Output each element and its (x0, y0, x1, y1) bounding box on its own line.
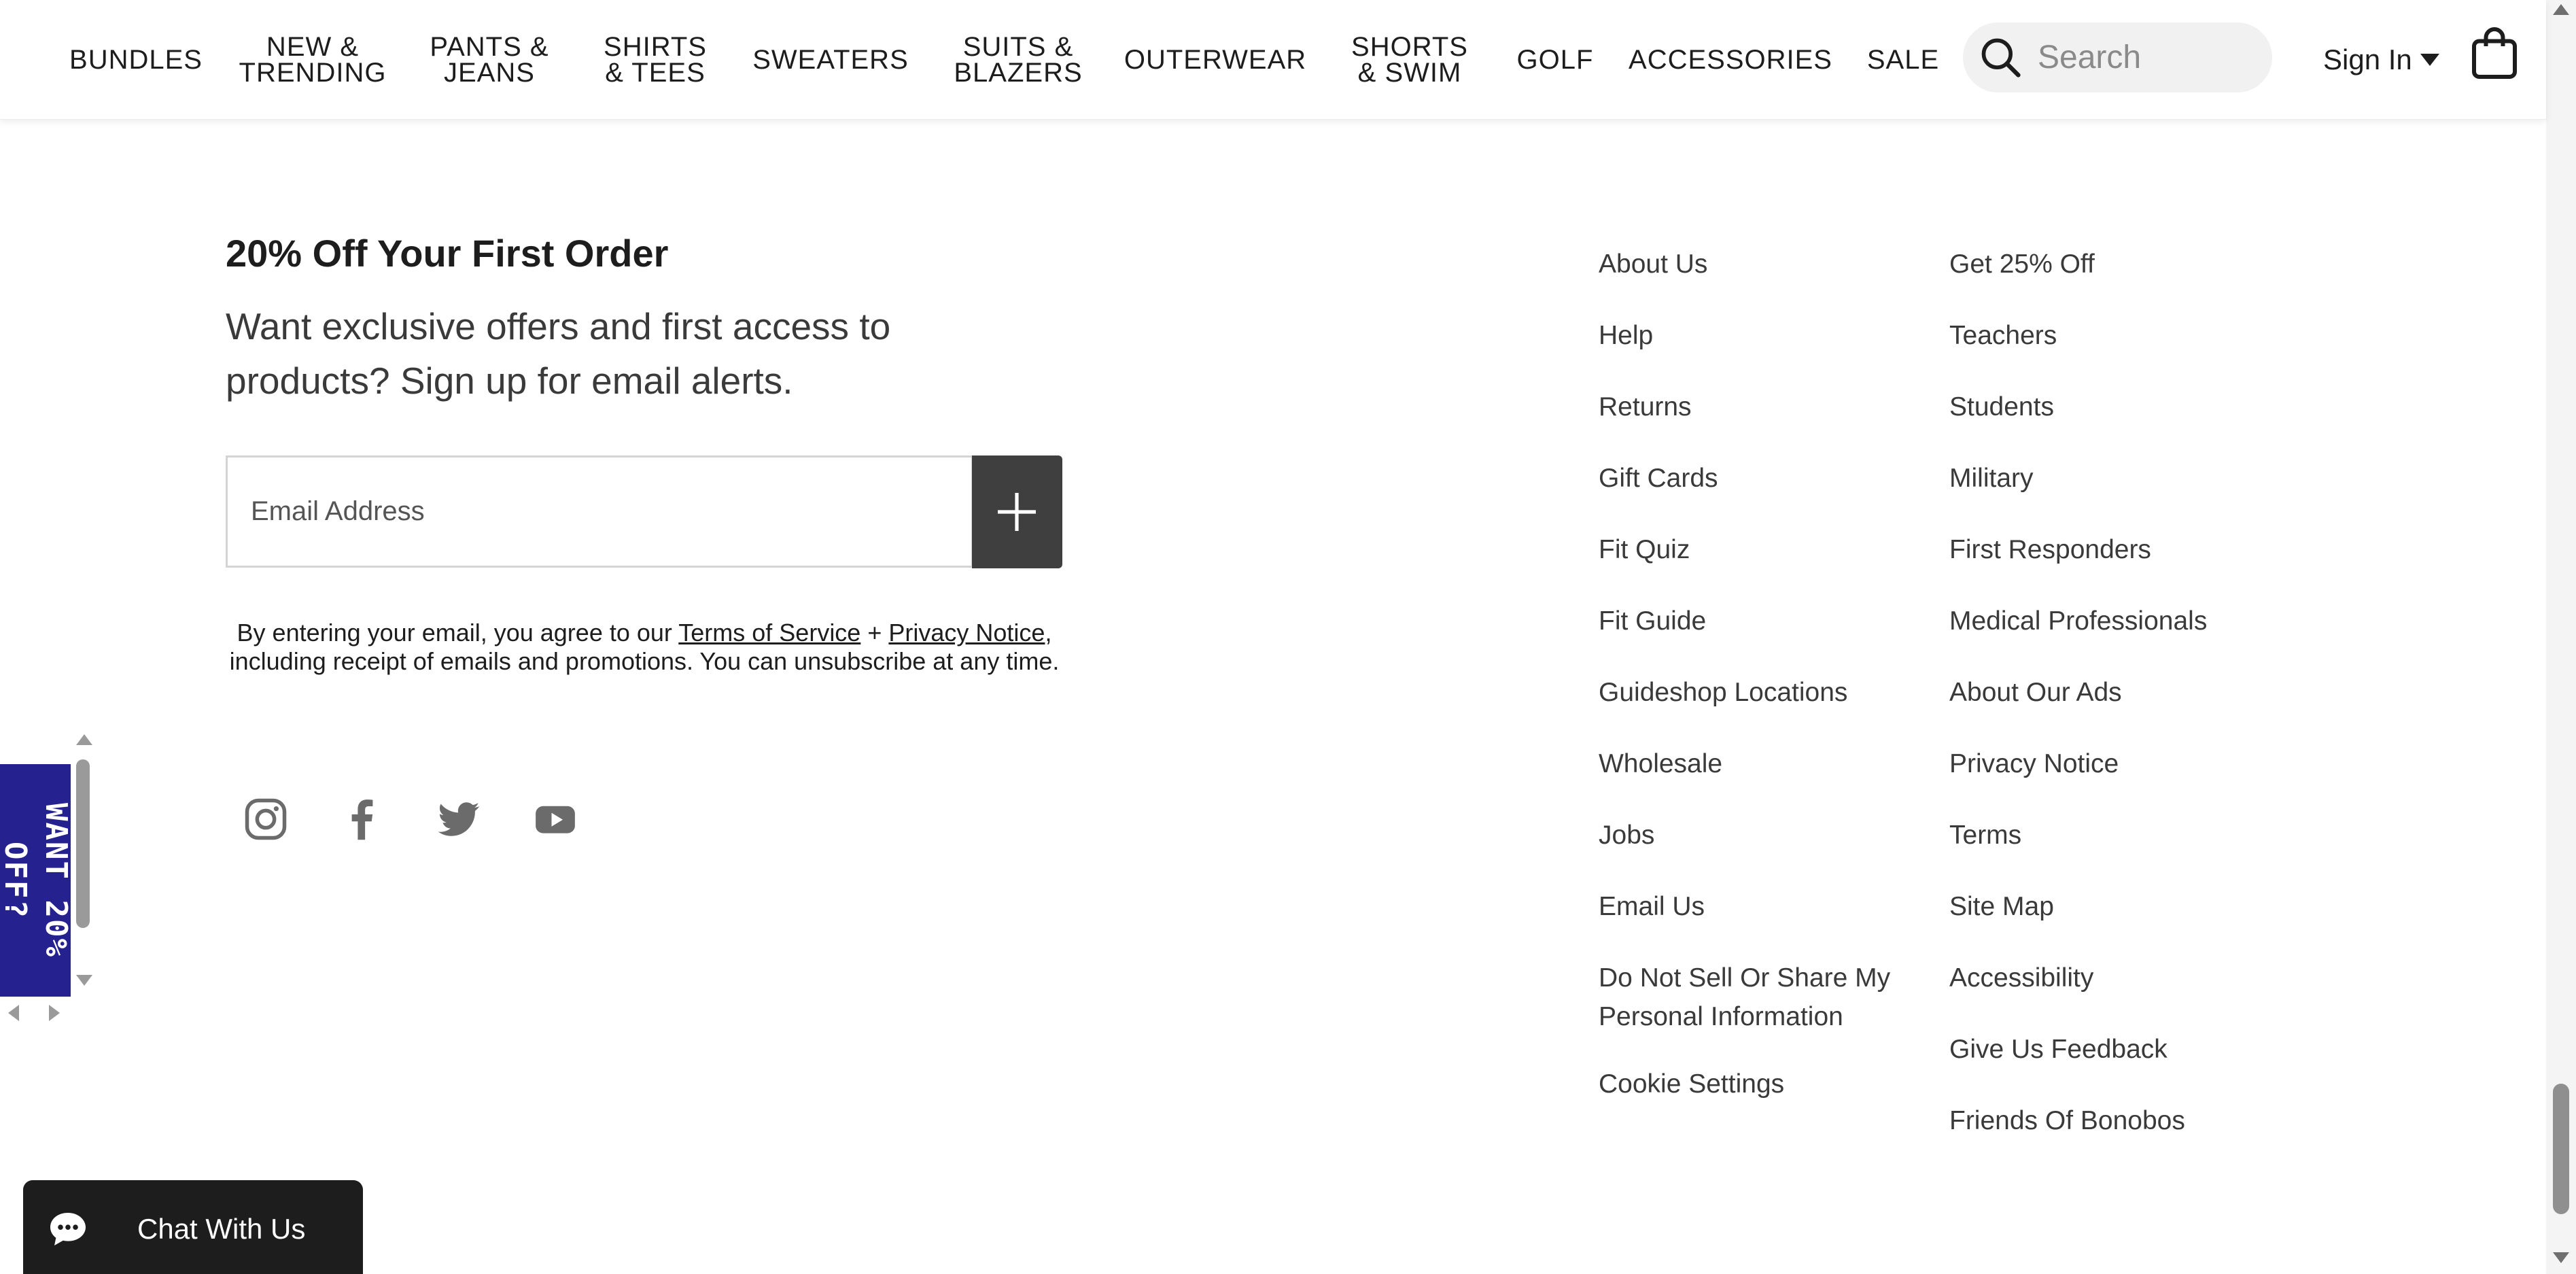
footer-link-friends-of-bonobos[interactable]: Friends Of Bonobos (1949, 1101, 2330, 1140)
scroll-left-arrow-icon[interactable] (8, 1005, 19, 1021)
page-scroll-thumb[interactable] (2553, 1084, 2569, 1214)
nav-item-sweaters[interactable]: SWEATERS (752, 0, 909, 120)
widget-scroll-thumb[interactable] (76, 759, 90, 928)
scroll-down-arrow-icon[interactable] (76, 975, 92, 986)
scroll-right-arrow-icon[interactable] (49, 1005, 60, 1021)
footer-link-about-us[interactable]: About Us (1599, 245, 1979, 283)
chat-label: Chat With Us (137, 1213, 306, 1245)
nav-item-new-trending[interactable]: NEW & TRENDING (239, 0, 387, 120)
footer-link-accessibility[interactable]: Accessibility (1949, 959, 2330, 997)
page-scroll-down-arrow-icon[interactable] (2553, 1252, 2569, 1263)
terms-of-service-link[interactable]: Terms of Service (678, 619, 860, 647)
footer-link-about-our-ads[interactable]: About Our Ads (1949, 673, 2330, 712)
want-20-off-tab[interactable]: WANT 20% OFF? (0, 764, 73, 997)
footer-link-get-25-off[interactable]: Get 25% Off (1949, 245, 2330, 283)
sign-in-menu[interactable]: Sign In (2323, 39, 2439, 80)
site-header: BUNDLES NEW & TRENDING PANTS & JEANS SHIRTS… (0, 0, 2546, 120)
footer-link-students[interactable]: Students (1949, 388, 2330, 426)
footer-link-medical-professionals[interactable]: Medical Professionals (1949, 602, 2330, 640)
page: BUNDLES NEW & TRENDING PANTS & JEANS SHIRTS… (0, 0, 2576, 1274)
email-field[interactable] (226, 455, 973, 568)
sign-in-label: Sign In (2323, 44, 2412, 75)
page-scroll-up-arrow-icon[interactable] (2553, 4, 2569, 15)
nav-item-suits-blazers[interactable]: SUITS & BLAZERS (954, 0, 1082, 120)
footer-link-jobs[interactable]: Jobs (1599, 816, 1979, 855)
footer-link-guideshop-locations[interactable]: Guideshop Locations (1599, 673, 1979, 712)
footer-link-site-map[interactable]: Site Map (1949, 887, 2330, 926)
privacy-notice-link[interactable]: Privacy Notice (888, 619, 1045, 647)
nav-item-shirts-tees[interactable]: SHIRTS & TEES (604, 0, 707, 120)
footer-link-military[interactable]: Military (1949, 459, 2330, 498)
plus-icon (998, 493, 1036, 531)
footer-link-terms[interactable]: Terms (1949, 816, 2330, 855)
nav-item-outerwear[interactable]: OUTERWEAR (1124, 0, 1306, 120)
chat-bubble-icon (50, 1213, 86, 1245)
footer-link-privacy-notice[interactable]: Privacy Notice (1949, 744, 2330, 783)
nav-item-golf[interactable]: GOLF (1517, 0, 1594, 120)
legal-text-middle: + (860, 619, 889, 647)
caret-down-icon (2420, 54, 2439, 66)
youtube-icon[interactable] (533, 794, 578, 844)
scroll-up-arrow-icon[interactable] (76, 734, 92, 745)
nav-item-pants-jeans[interactable]: PANTS & JEANS (430, 0, 549, 120)
footer-link-fit-guide[interactable]: Fit Guide (1599, 602, 1979, 640)
footer-link-teachers[interactable]: Teachers (1949, 316, 2330, 355)
nav-item-bundles[interactable]: BUNDLES (69, 0, 203, 120)
footer-link-do-not-sell-or-share-my-personal-information[interactable]: Do Not Sell Or Share My Personal Informa… (1599, 959, 1979, 1036)
nav-item-accessories[interactable]: ACCESSORIES (1629, 0, 1832, 120)
instagram-icon[interactable] (243, 794, 288, 844)
twitter-icon[interactable] (436, 794, 481, 844)
footer-link-give-us-feedback[interactable]: Give Us Feedback (1949, 1030, 2330, 1069)
promo-tab-label: WANT 20% OFF? (0, 803, 73, 958)
legal-disclaimer: By entering your email, you agree to our… (226, 619, 1063, 676)
page-scrollbar[interactable] (2546, 0, 2576, 1274)
footer-link-gift-cards[interactable]: Gift Cards (1599, 459, 1979, 498)
promo-widget: WANT 20% OFF? (0, 727, 101, 1027)
facebook-icon[interactable] (340, 794, 385, 844)
shopping-bag-icon[interactable] (2471, 26, 2518, 80)
search-icon[interactable] (1978, 35, 2024, 81)
footer-link-first-responders[interactable]: First Responders (1949, 530, 2330, 569)
footer-link-fit-quiz[interactable]: Fit Quiz (1599, 530, 1979, 569)
search-box[interactable] (1963, 22, 2272, 92)
footer-link-returns[interactable]: Returns (1599, 388, 1979, 426)
footer-link-cookie-settings[interactable]: Cookie Settings (1599, 1065, 1979, 1103)
newsletter-description: Want exclusive offers and first access t… (226, 305, 891, 402)
legal-text-before: By entering your email, you agree to our (237, 619, 679, 647)
footer-link-wholesale[interactable]: Wholesale (1599, 744, 1979, 783)
chat-with-us-button[interactable]: Chat With Us (23, 1180, 363, 1274)
footer-link-email-us[interactable]: Email Us (1599, 887, 1979, 926)
email-submit-button[interactable] (972, 455, 1062, 568)
nav-item-shorts-swim[interactable]: SHORTS & SWIM (1351, 0, 1468, 120)
nav-item-sale[interactable]: SALE (1867, 0, 1939, 120)
search-input[interactable] (2038, 32, 2255, 83)
newsletter-title: 20% Off Your First Order (226, 232, 669, 275)
footer-link-help[interactable]: Help (1599, 316, 1979, 355)
